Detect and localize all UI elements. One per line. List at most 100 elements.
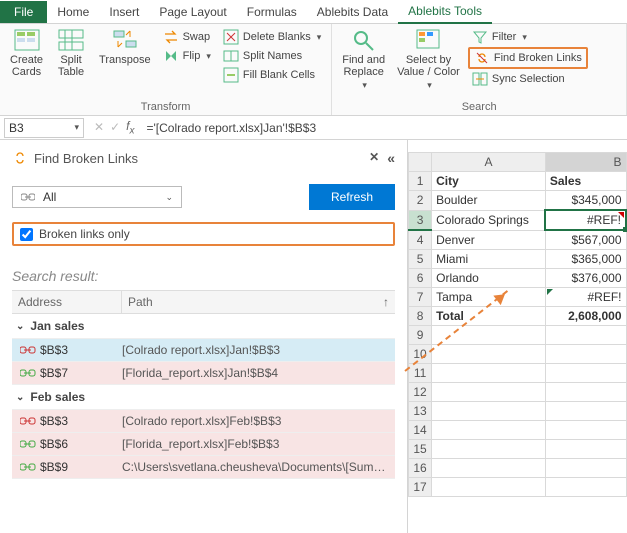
cell[interactable] (545, 345, 626, 364)
row-header[interactable]: 7 (409, 288, 432, 307)
cell[interactable]: Colorado Springs (432, 210, 546, 230)
cell[interactable] (545, 326, 626, 345)
cell[interactable]: Miami (432, 250, 546, 269)
cell[interactable] (545, 364, 626, 383)
cell[interactable]: #REF! (545, 288, 626, 307)
cell[interactable] (432, 402, 546, 421)
close-icon[interactable]: ✕ (369, 150, 379, 166)
row-header[interactable]: 11 (409, 364, 432, 383)
chevron-down-icon: ▾ (317, 32, 322, 43)
tab-insert[interactable]: Insert (99, 1, 149, 23)
row-header[interactable]: 15 (409, 440, 432, 459)
refresh-button[interactable]: Refresh (309, 184, 395, 210)
cancel-icon[interactable]: ✕ (94, 120, 104, 134)
row-header[interactable]: 9 (409, 326, 432, 345)
file-tab[interactable]: File (0, 1, 47, 23)
scope-select[interactable]: All ⌄ (12, 186, 182, 208)
enter-icon[interactable]: ✓ (110, 120, 120, 134)
row-header[interactable]: 4 (409, 230, 432, 250)
cell[interactable] (432, 383, 546, 402)
cell[interactable] (545, 440, 626, 459)
swap-button[interactable]: Swap (159, 28, 215, 46)
cell[interactable] (545, 383, 626, 402)
row-header[interactable]: 5 (409, 250, 432, 269)
create-cards-button[interactable]: Create Cards (6, 26, 47, 80)
find-broken-links-pane: Find Broken Links ✕ « All ⌄ Refresh Brok… (0, 140, 408, 533)
flip-button[interactable]: Flip▾ (159, 47, 215, 65)
tab-ablebits-tools[interactable]: Ablebits Tools (398, 0, 492, 24)
fx-icon[interactable]: fx (126, 119, 134, 136)
collapse-icon[interactable]: « (387, 150, 395, 166)
cell-path: [Colrado report.xlsx]Jan!$B$3 (122, 343, 395, 357)
row-header[interactable]: 10 (409, 345, 432, 364)
result-group[interactable]: ⌄Jan sales (12, 314, 395, 339)
cell[interactable]: $567,000 (545, 230, 626, 250)
tab-formulas[interactable]: Formulas (237, 1, 307, 23)
select-by-button[interactable]: Select by Value / Color▾ (393, 26, 464, 93)
broken-only-checkbox[interactable]: Broken links only (12, 222, 395, 246)
cell[interactable] (545, 421, 626, 440)
find-broken-links-button[interactable]: Find Broken Links (468, 47, 588, 69)
cell[interactable] (432, 421, 546, 440)
sync-selection-button[interactable]: Sync Selection (468, 70, 588, 88)
cell[interactable]: $345,000 (545, 191, 626, 211)
cell[interactable]: City (432, 172, 546, 191)
cell[interactable] (432, 459, 546, 478)
result-row[interactable]: $B$6[Florida_report.xlsx]Feb!$B$3 (12, 433, 395, 456)
result-row[interactable]: $B$3[Colrado report.xlsx]Jan!$B$3 (12, 339, 395, 362)
transpose-button[interactable]: Transpose (95, 26, 155, 68)
cell[interactable] (432, 440, 546, 459)
row-header[interactable]: 17 (409, 478, 432, 497)
broken-only-input[interactable] (20, 228, 33, 241)
result-row[interactable]: $B$7[Florida_report.xlsx]Jan!$B$4 (12, 362, 395, 385)
row-header[interactable]: 6 (409, 269, 432, 288)
filter-button[interactable]: Filter▾ (468, 28, 588, 46)
name-box[interactable]: B3▾ (4, 118, 84, 138)
result-row[interactable]: $B$3[Colrado report.xlsx]Feb!$B$3 (12, 410, 395, 433)
row-header[interactable]: 1 (409, 172, 432, 191)
cell[interactable] (545, 459, 626, 478)
cell[interactable]: Total (432, 307, 546, 326)
cell[interactable]: #REF! (545, 210, 626, 230)
col-address[interactable]: Address (12, 291, 122, 313)
split-names-button[interactable]: Split Names (219, 47, 325, 65)
cell[interactable]: Denver (432, 230, 546, 250)
row-header[interactable]: 14 (409, 421, 432, 440)
cell[interactable]: $376,000 (545, 269, 626, 288)
result-group[interactable]: ⌄Feb sales (12, 385, 395, 410)
worksheet[interactable]: AB 1CitySales 2Boulder$345,000 3Colorado Sp… (408, 140, 627, 533)
row-header[interactable]: 12 (409, 383, 432, 402)
formula-bar: B3▾ ✕ ✓ fx ='[Colrado report.xlsx]Jan'!$… (0, 116, 627, 140)
delete-blanks-button[interactable]: Delete Blanks▾ (219, 28, 325, 46)
formula-input[interactable]: ='[Colrado report.xlsx]Jan'!$B$3 (140, 119, 627, 137)
cell[interactable]: $365,000 (545, 250, 626, 269)
cell[interactable] (432, 345, 546, 364)
col-header[interactable]: B (545, 153, 626, 172)
row-header[interactable]: 2 (409, 191, 432, 211)
cell[interactable]: Tampa (432, 288, 546, 307)
split-table-button[interactable]: Split Table (51, 26, 91, 80)
row-header[interactable]: 13 (409, 402, 432, 421)
cell[interactable] (432, 364, 546, 383)
tab-home[interactable]: Home (47, 1, 99, 23)
find-replace-button[interactable]: Find and Replace▾ (338, 26, 389, 93)
tab-ablebits-data[interactable]: Ablebits Data (307, 1, 398, 23)
row-header[interactable]: 8 (409, 307, 432, 326)
cell[interactable] (432, 326, 546, 345)
cell[interactable]: Orlando (432, 269, 546, 288)
col-path[interactable]: Path↑ (122, 291, 395, 313)
row-header[interactable]: 16 (409, 459, 432, 478)
cell[interactable]: Boulder (432, 191, 546, 211)
tab-page-layout[interactable]: Page Layout (149, 1, 236, 23)
link-icon (21, 192, 35, 202)
cell[interactable] (432, 478, 546, 497)
row-header[interactable]: 3 (409, 210, 432, 230)
cell[interactable]: 2,608,000 (545, 307, 626, 326)
sort-icon[interactable]: ↑ (383, 295, 389, 309)
fill-blank-button[interactable]: Fill Blank Cells (219, 66, 325, 84)
cell[interactable]: Sales (545, 172, 626, 191)
result-row[interactable]: $B$9C:\Users\svetlana.cheusheva\Document… (12, 456, 395, 479)
cell[interactable] (545, 478, 626, 497)
cell[interactable] (545, 402, 626, 421)
col-header[interactable]: A (432, 153, 546, 172)
